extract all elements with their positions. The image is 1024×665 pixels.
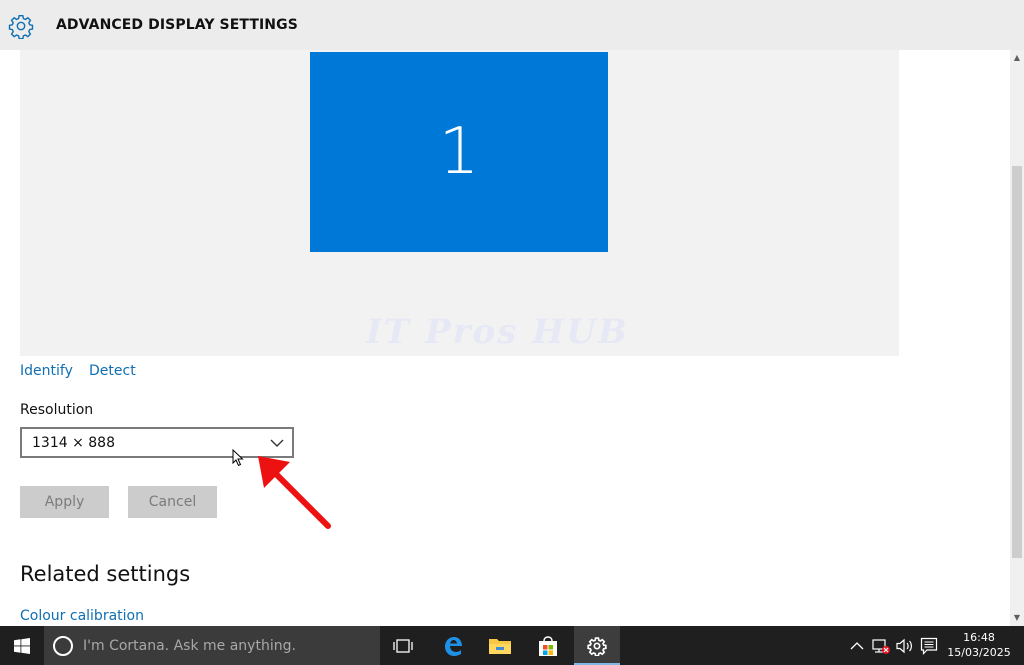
clock-date: 15/03/2025 — [947, 646, 1011, 659]
volume-button[interactable] — [894, 636, 916, 656]
scrollbar-thumb[interactable] — [1012, 166, 1022, 558]
show-hidden-icons-button[interactable] — [848, 636, 866, 656]
search-placeholder: I'm Cortana. Ask me anything. — [83, 638, 296, 654]
watermark: IT Pros HUB — [366, 312, 629, 352]
red-arrow-annotation — [258, 456, 331, 529]
colour-calibration-link[interactable]: Colour calibration — [20, 608, 144, 624]
chevron-up-icon — [850, 642, 864, 650]
action-center-icon — [920, 637, 938, 655]
gear-icon — [8, 15, 34, 39]
action-center-button[interactable] — [918, 636, 940, 656]
mouse-cursor-icon — [232, 449, 244, 467]
edge-button[interactable] — [430, 626, 476, 665]
edge-icon — [445, 636, 462, 656]
network-status-button[interactable] — [870, 636, 892, 656]
scroll-up-arrow[interactable]: ▲ — [1010, 50, 1024, 66]
apply-button[interactable]: Apply — [20, 486, 109, 518]
settings-button[interactable] — [574, 626, 620, 665]
related-settings-heading: Related settings — [20, 562, 191, 586]
cortana-icon — [53, 636, 73, 656]
title-bar: ADVANCED DISPLAY SETTINGS — [0, 0, 1024, 50]
network-icon — [872, 639, 890, 654]
task-view-button[interactable] — [380, 626, 426, 665]
resolution-value: 1314 × 888 — [32, 435, 115, 451]
taskbar-clock[interactable]: 16:48 15/03/2025 — [944, 630, 1014, 660]
vertical-scrollbar[interactable]: ▲ ▼ — [1010, 50, 1024, 626]
cancel-button[interactable]: Cancel — [128, 486, 217, 518]
identify-link[interactable]: Identify — [20, 363, 73, 379]
store-icon — [539, 635, 557, 656]
detect-link[interactable]: Detect — [89, 363, 136, 379]
start-button[interactable] — [0, 626, 44, 665]
file-explorer-button[interactable] — [477, 626, 523, 665]
windows-logo-icon — [14, 637, 30, 654]
task-view-icon — [393, 638, 413, 653]
volume-icon — [896, 638, 912, 654]
store-button[interactable] — [525, 626, 571, 665]
window-title: ADVANCED DISPLAY SETTINGS — [56, 17, 298, 33]
monitor-1[interactable]: 1 — [310, 52, 608, 252]
settings-icon — [587, 636, 607, 656]
scroll-down-arrow[interactable]: ▼ — [1010, 610, 1024, 626]
chevron-down-icon — [270, 439, 284, 447]
monitor-number: 1 — [438, 115, 480, 189]
clock-time: 16:48 — [963, 631, 995, 644]
resolution-label: Resolution — [20, 402, 94, 418]
taskbar: I'm Cortana. Ask me anything. 16:48 15/0… — [0, 626, 1024, 665]
cortana-search-box[interactable]: I'm Cortana. Ask me anything. — [44, 626, 380, 665]
display-preview: 1 IT Pros HUB — [20, 50, 899, 356]
file-explorer-icon — [489, 638, 511, 654]
